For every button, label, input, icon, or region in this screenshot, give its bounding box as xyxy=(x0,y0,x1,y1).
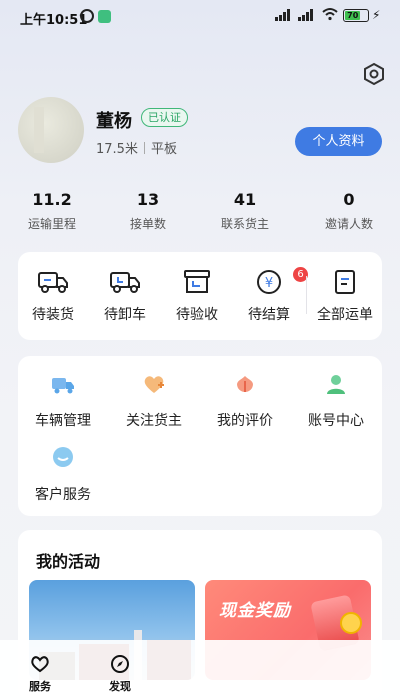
stat-value: 41 xyxy=(233,190,257,209)
services-card: 车辆管理 关注货主 我的评价 账号中心 客户服务 xyxy=(18,356,382,516)
order-label: 待卸车 xyxy=(104,307,146,323)
orders-card: 待装货 待卸车 待验收 ¥ 待结算 6 全部运单 xyxy=(18,252,382,340)
stat-invites[interactable]: 0 邀请人数 xyxy=(304,190,394,232)
stat-value: 0 xyxy=(343,190,355,209)
user-name: 董杨 xyxy=(96,111,132,132)
coin-icon xyxy=(340,612,362,634)
nav-label: 发现 xyxy=(109,680,131,693)
heart-plus-icon xyxy=(144,376,164,393)
chat-bubble-icon xyxy=(53,447,73,467)
order-label: 待装货 xyxy=(32,307,74,323)
nav-service[interactable]: 服务 xyxy=(15,654,65,694)
service-account-center[interactable]: 账号中心 xyxy=(291,372,381,430)
service-follow-shippers[interactable]: 关注货主 xyxy=(109,372,199,430)
divider xyxy=(306,276,307,314)
service-vehicle-management[interactable]: 车辆管理 xyxy=(18,372,108,430)
order-pending-load[interactable]: 待装货 xyxy=(18,268,88,324)
battery-icon: 70 xyxy=(343,9,369,22)
signal-icon xyxy=(298,9,320,23)
stat-label: 邀请人数 xyxy=(324,217,373,231)
stat-label: 接单数 xyxy=(129,217,166,231)
order-label: 待结算 xyxy=(248,307,290,323)
vehicle-type: 平板 xyxy=(150,142,177,157)
service-label: 我的评价 xyxy=(217,413,273,429)
nav-discover[interactable]: 发现 xyxy=(95,654,145,694)
stat-contacts[interactable]: 41 联系货主 xyxy=(200,190,290,232)
app-notification-icon xyxy=(98,10,111,23)
wifi-icon xyxy=(322,7,338,21)
compass-icon xyxy=(111,655,129,673)
user-icon xyxy=(327,375,345,394)
stats-row: 11.2 运输里程 13 接单数 41 联系货主 0 邀请人数 xyxy=(0,190,400,240)
vehicle-icon xyxy=(52,378,74,394)
order-label: 全部运单 xyxy=(317,307,373,323)
stat-label: 运输里程 xyxy=(27,217,76,231)
heart-outline-icon xyxy=(31,656,49,673)
service-label: 车辆管理 xyxy=(35,413,91,429)
separator xyxy=(143,141,145,154)
signal-icon xyxy=(275,9,297,23)
order-pending-unload[interactable]: 待卸车 xyxy=(90,268,160,324)
activities-title: 我的活动 xyxy=(36,552,101,571)
stat-label: 联系货主 xyxy=(220,217,269,231)
vehicle-length: 17.5米 xyxy=(96,142,138,157)
flower-icon xyxy=(237,376,253,392)
stat-value: 13 xyxy=(136,190,160,209)
stat-mileage[interactable]: 11.2 运输里程 xyxy=(7,190,97,232)
service-my-reviews[interactable]: 我的评价 xyxy=(200,372,290,430)
service-customer-support[interactable]: 客户服务 xyxy=(18,446,108,504)
order-pending-inspection[interactable]: 待验收 xyxy=(162,268,232,324)
svg-text:¥: ¥ xyxy=(265,276,273,291)
settlement-yuan-icon: ¥ xyxy=(257,270,281,294)
avatar[interactable] xyxy=(18,97,84,163)
battery-level: 70 xyxy=(345,11,361,20)
service-label: 关注货主 xyxy=(126,413,182,429)
vehicle-info: 17.5米 平板 xyxy=(96,138,177,157)
bottom-nav: 服务 发现 xyxy=(0,640,400,700)
profile-button[interactable]: 个人资料 xyxy=(295,127,382,156)
settings-icon[interactable] xyxy=(362,62,386,86)
stat-value: 11.2 xyxy=(32,190,72,209)
charging-icon: ⚡ xyxy=(372,8,381,22)
waybill-list-icon xyxy=(335,270,355,294)
service-label: 账号中心 xyxy=(308,413,364,429)
status-time: 上午10:51 xyxy=(20,13,88,28)
truck-unload-icon xyxy=(110,272,140,293)
nav-label: 服务 xyxy=(29,680,51,693)
service-label: 客户服务 xyxy=(35,487,91,503)
cash-reward-text: 现金奖励 xyxy=(219,601,291,621)
alarm-icon xyxy=(80,9,94,23)
order-all-waybills[interactable]: 全部运单 xyxy=(310,268,380,324)
stat-orders[interactable]: 13 接单数 xyxy=(103,190,193,232)
order-label: 待验收 xyxy=(176,307,218,323)
truck-load-icon xyxy=(38,272,68,293)
status-bar: 上午10:51 70 ⚡ xyxy=(0,0,400,34)
verified-badge: 已认证 xyxy=(141,108,188,127)
inspection-box-icon xyxy=(184,270,210,293)
